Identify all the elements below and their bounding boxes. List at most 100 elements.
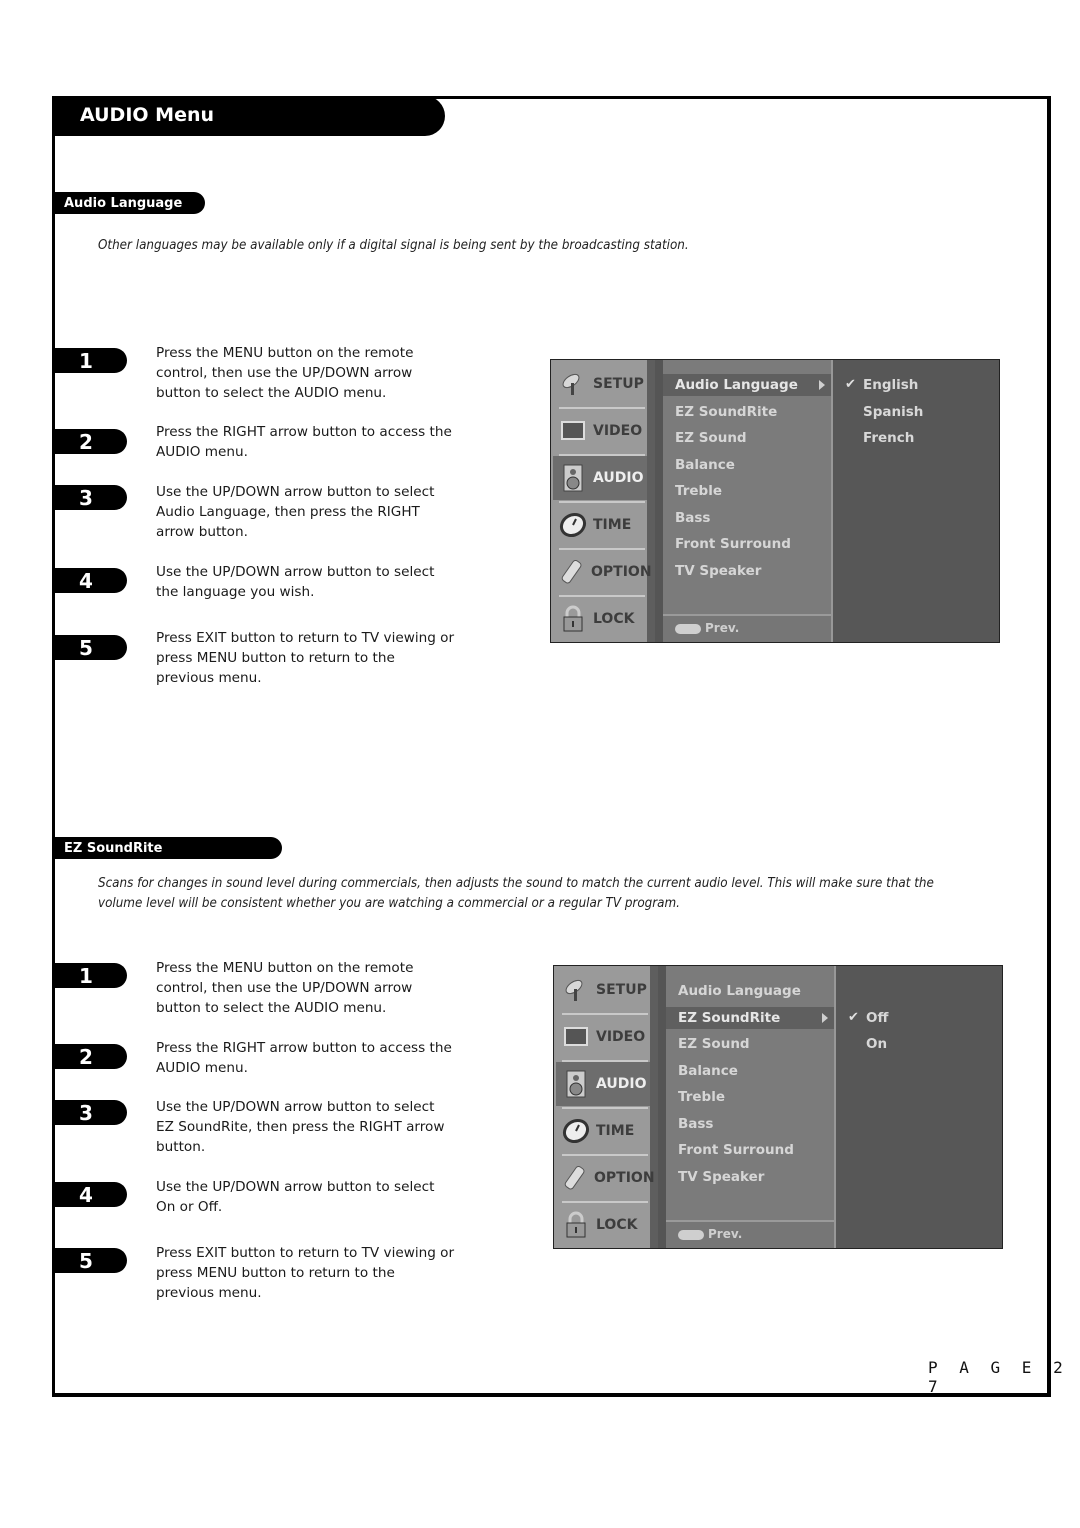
osd-option-spanish[interactable]: Spanish — [863, 401, 923, 423]
section-description: Other languages may be available only if… — [98, 238, 689, 253]
tv-screen-icon — [562, 1024, 590, 1050]
remote-icon — [559, 559, 585, 585]
step-text: Use the UP/DOWN arrow button to select O… — [156, 1179, 435, 1215]
arrow-right-icon — [822, 1012, 828, 1023]
step-text: Use the UP/DOWN arrow button to select E… — [156, 1099, 445, 1155]
page-title-bar: AUDIO Menu — [52, 96, 445, 136]
step-badge: 5 — [55, 635, 127, 660]
osd-category-label: OPTION — [591, 564, 652, 580]
osd-category-audio[interactable]: AUDIO — [556, 1062, 650, 1106]
osd-category-label: LOCK — [593, 611, 635, 627]
osd-menu-item[interactable]: Front Surround — [678, 1139, 794, 1161]
osd-category-label: VIDEO — [593, 423, 643, 439]
osd-category-column: SETUP VIDEO AUDIO TIME OPTION LOCK — [551, 360, 655, 642]
osd-menu-item[interactable]: Balance — [675, 454, 735, 476]
osd-menu-item[interactable]: Front Surround — [675, 533, 791, 555]
osd-menu-item[interactable]: Audio Language — [675, 374, 798, 396]
checkmark-icon: ✔ — [848, 1009, 859, 1025]
osd-category-setup[interactable]: SETUP — [556, 968, 650, 1012]
osd-menu-item[interactable]: Bass — [675, 507, 710, 529]
lock-icon — [562, 1211, 590, 1238]
osd-category-label: VIDEO — [596, 1029, 646, 1045]
lock-icon — [559, 605, 587, 632]
speaker-icon — [559, 464, 587, 492]
osd-menu-item[interactable]: Balance — [678, 1060, 738, 1082]
tv-osd-screenshot-audio-language: SETUP VIDEO AUDIO TIME OPTION LOCK Audio Langu… — [550, 359, 1000, 643]
step-badge: 1 — [55, 963, 127, 988]
osd-category-option[interactable]: OPTION — [556, 1156, 655, 1200]
section-description: Scans for changes in sound level during … — [98, 876, 934, 911]
osd-menu-item[interactable]: EZ Sound — [675, 427, 747, 449]
osd-menu-items: Audio Language EZ SoundRite EZ Sound Balanc… — [666, 966, 836, 1248]
step-text: Press the MENU button on the remote cont… — [156, 345, 414, 401]
section-tab-audio-language: Audio Language — [55, 192, 205, 214]
osd-category-video[interactable]: VIDEO — [556, 1015, 650, 1059]
osd-option-french[interactable]: French — [863, 427, 914, 449]
step-text: Press EXIT button to return to TV viewin… — [156, 1245, 455, 1301]
step-badge: 2 — [55, 1044, 127, 1069]
osd-category-label: TIME — [593, 517, 632, 533]
osd-menu-item[interactable]: Bass — [678, 1113, 713, 1135]
step-badge: 5 — [55, 1248, 127, 1273]
osd-category-label: SETUP — [593, 376, 644, 392]
osd-option-english[interactable]: English — [863, 374, 918, 396]
checkmark-icon: ✔ — [845, 377, 856, 392]
osd-category-lock[interactable]: LOCK — [553, 597, 647, 641]
osd-prev-label: Prev. — [705, 621, 740, 635]
osd-category-lock[interactable]: LOCK — [556, 1203, 650, 1247]
step-badge: 1 — [55, 348, 127, 373]
osd-category-audio[interactable]: AUDIO — [553, 456, 647, 500]
step-badge: 4 — [55, 568, 127, 593]
osd-menu-item[interactable]: EZ Sound — [678, 1033, 750, 1055]
osd-category-video[interactable]: VIDEO — [553, 409, 647, 453]
satellite-dish-icon — [559, 371, 587, 397]
osd-menu-item[interactable]: Audio Language — [678, 980, 801, 1002]
page-number: P A G E 2 7 — [928, 1358, 1069, 1396]
step-text: Press the RIGHT arrow button to access t… — [156, 1040, 452, 1076]
osd-prev-label: Prev. — [708, 1227, 743, 1241]
step-text: Press EXIT button to return to TV viewin… — [156, 630, 455, 686]
osd-category-option[interactable]: OPTION — [553, 550, 652, 594]
osd-category-label: OPTION — [594, 1170, 655, 1186]
osd-menu-item[interactable]: TV Speaker — [678, 1166, 764, 1188]
osd-category-time[interactable]: TIME — [553, 503, 647, 547]
satellite-dish-icon — [562, 977, 590, 1003]
clock-icon — [562, 1118, 590, 1144]
osd-menu-item[interactable]: Treble — [675, 480, 722, 502]
step-badge: 3 — [55, 1100, 127, 1125]
tv-osd-screenshot-ez-soundrite: SETUP VIDEO AUDIO TIME OPTION LOCK Audio Langu… — [553, 965, 1003, 1249]
step-badge: 2 — [55, 429, 127, 454]
osd-option-on[interactable]: On — [866, 1033, 887, 1055]
osd-prev-hint: Prev. — [663, 614, 831, 642]
tv-screen-icon — [559, 418, 587, 444]
osd-category-label: AUDIO — [593, 470, 644, 486]
osd-category-label: SETUP — [596, 982, 647, 998]
step-text: Press the RIGHT arrow button to access t… — [156, 424, 452, 460]
step-badge: 4 — [55, 1182, 127, 1207]
osd-category-label: AUDIO — [596, 1076, 647, 1092]
osd-category-label: LOCK — [596, 1217, 638, 1233]
osd-menu-item[interactable]: Treble — [678, 1086, 725, 1108]
clock-icon — [559, 512, 587, 538]
speaker-icon — [562, 1070, 590, 1098]
osd-menu-item[interactable]: EZ SoundRite — [678, 1007, 780, 1029]
osd-category-setup[interactable]: SETUP — [553, 362, 647, 406]
osd-menu-item[interactable]: TV Speaker — [675, 560, 761, 582]
osd-menu-item[interactable]: EZ SoundRite — [675, 401, 777, 423]
arrow-right-icon — [819, 380, 825, 390]
menu-key-icon — [675, 624, 701, 634]
osd-prev-hint: Prev. — [666, 1220, 834, 1248]
remote-icon — [562, 1165, 588, 1191]
menu-key-icon — [678, 1230, 704, 1240]
page-title: AUDIO Menu — [80, 104, 215, 126]
osd-category-column: SETUP VIDEO AUDIO TIME OPTION LOCK — [554, 966, 658, 1248]
section-tab-ez-soundrite: EZ SoundRite — [55, 837, 282, 859]
osd-options-column: ✔ Off On — [836, 966, 1002, 1248]
step-text: Use the UP/DOWN arrow button to select A… — [156, 484, 435, 540]
osd-menu-items: Audio Language EZ SoundRite EZ Sound Balanc… — [663, 360, 833, 642]
osd-category-label: TIME — [596, 1123, 635, 1139]
osd-option-off[interactable]: Off — [866, 1007, 888, 1029]
osd-options-column: ✔ English Spanish French — [833, 360, 999, 642]
osd-category-time[interactable]: TIME — [556, 1109, 650, 1153]
step-badge: 3 — [55, 485, 127, 510]
